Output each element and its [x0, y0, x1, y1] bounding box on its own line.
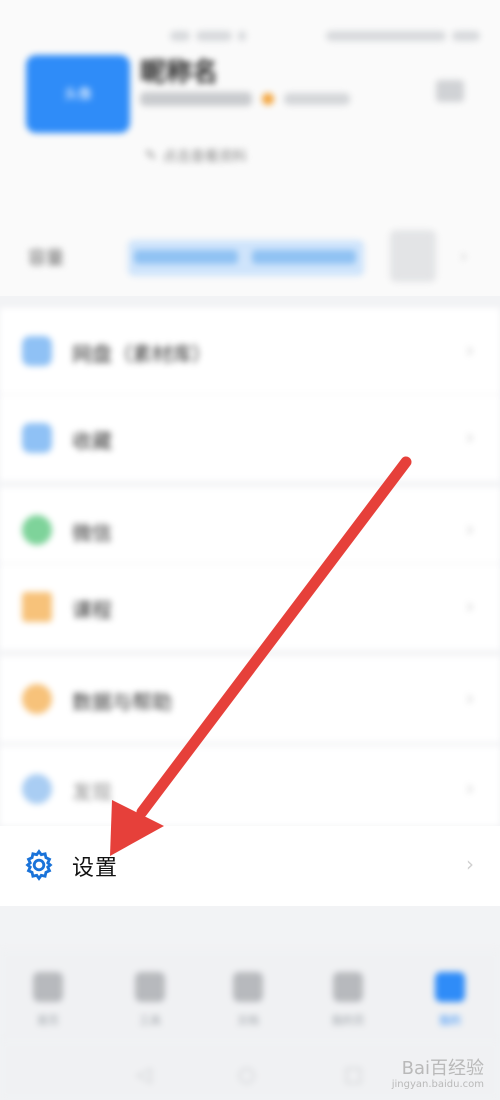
- menu-item-courses[interactable]: 课程 ›: [0, 564, 500, 650]
- menu-item-favorites[interactable]: 收藏 ›: [0, 395, 500, 481]
- chevron-right-icon: ›: [466, 686, 474, 710]
- chevron-right-icon: ›: [466, 517, 474, 541]
- tab-home[interactable]: 首页: [18, 972, 78, 1028]
- chevron-right-icon: ›: [466, 425, 474, 449]
- menu-item-label: 数据与帮助: [72, 690, 172, 714]
- briefcase-icon: [135, 972, 165, 1002]
- qr-code-icon[interactable]: [436, 80, 464, 102]
- help-icon: [22, 684, 52, 714]
- discover-icon: [22, 774, 52, 804]
- tab-me[interactable]: 我的: [420, 972, 480, 1028]
- home-icon: [33, 972, 63, 1002]
- grid-icon: [333, 972, 363, 1002]
- tab-tools[interactable]: 工具: [120, 972, 180, 1028]
- user-badges: [140, 92, 350, 106]
- chevron-right-icon: ›: [466, 852, 474, 876]
- tab-docs[interactable]: 文档: [218, 972, 278, 1028]
- menu-item-drive[interactable]: 网盘（素材库） ›: [0, 308, 500, 394]
- menu-item-help[interactable]: 数据与帮助 ›: [0, 656, 500, 742]
- chevron-right-icon: ›: [466, 776, 474, 800]
- settings-label: 设置: [72, 856, 119, 881]
- tab-pages[interactable]: 我的页: [318, 972, 378, 1028]
- menu-item-label: 微信: [72, 521, 112, 545]
- profile-subtitle[interactable]: ✎ 点击查看资料: [145, 146, 247, 166]
- folder-icon: [22, 423, 52, 453]
- username: 昵称名: [140, 58, 219, 88]
- profile-header[interactable]: 头像 昵称名 ✎ 点击查看资料: [0, 0, 500, 210]
- chevron-right-icon: ›: [466, 594, 474, 618]
- course-icon: [22, 592, 52, 622]
- watermark: Bai百经验 jingyan.baidu.com: [392, 1059, 484, 1090]
- storage-manage-icon[interactable]: [390, 230, 436, 282]
- avatar-label: 头像: [64, 87, 92, 103]
- bottom-tab-bar: 首页 工具 文档 我的页 我的: [0, 950, 500, 1040]
- vip-badge-icon: [262, 93, 274, 105]
- menu-item-label: 网盘（素材库）: [72, 342, 212, 366]
- section-gap: [0, 296, 500, 308]
- drive-icon: [22, 336, 52, 366]
- status-bar: [170, 22, 480, 50]
- menu-item-label: 发现: [72, 780, 112, 804]
- storage-usage-bar: [128, 240, 364, 276]
- wechat-icon: [22, 515, 52, 545]
- document-icon: [233, 972, 263, 1002]
- storage-label: 容量: [28, 248, 64, 269]
- menu-item-label: 课程: [72, 598, 112, 622]
- watermark-url: jingyan.baidu.com: [391, 1079, 484, 1090]
- menu-item-settings[interactable]: 设置 ›: [0, 826, 500, 906]
- menu-item-discover[interactable]: 发现 ›: [0, 746, 500, 826]
- menu-item-label: 收藏: [72, 429, 112, 453]
- watermark-brand: Bai百经验: [401, 1058, 484, 1080]
- gear-icon: [25, 849, 53, 881]
- home-circle-icon[interactable]: ○: [238, 1062, 255, 1086]
- edit-icon: ✎: [145, 148, 157, 164]
- recents-icon[interactable]: □: [344, 1062, 363, 1086]
- chevron-right-icon: ›: [466, 338, 474, 362]
- chevron-right-icon: ›: [460, 246, 468, 267]
- menu-item-wechat[interactable]: 微信 ›: [0, 487, 500, 573]
- person-icon: [435, 972, 465, 1002]
- back-icon[interactable]: ◁: [136, 1062, 151, 1086]
- avatar[interactable]: 头像: [26, 55, 130, 133]
